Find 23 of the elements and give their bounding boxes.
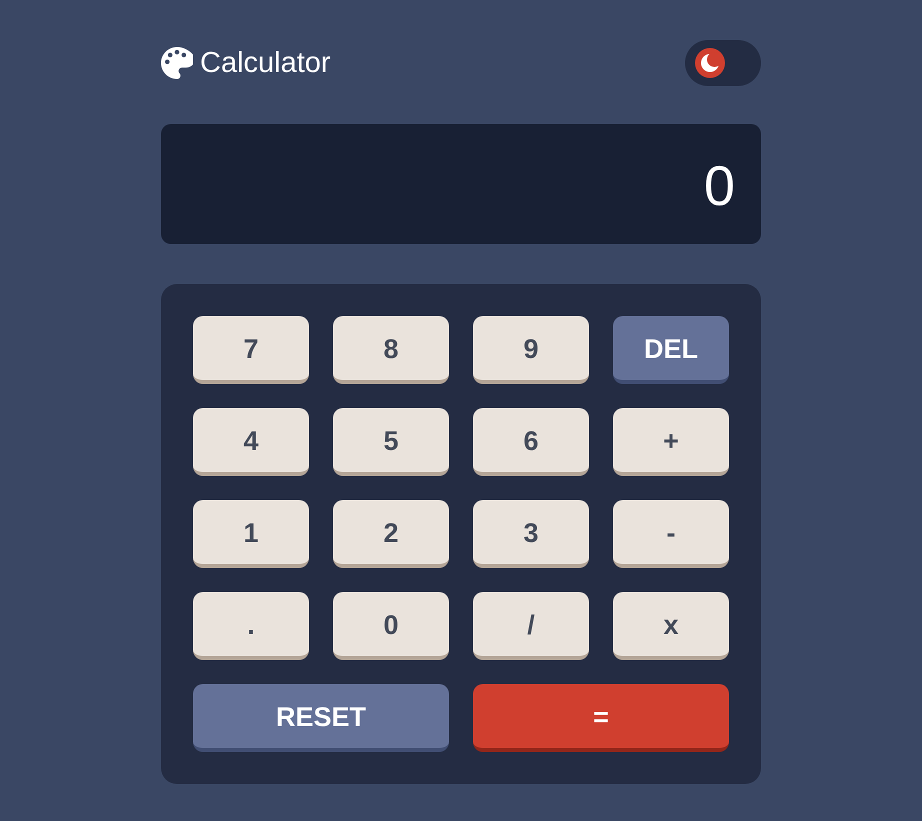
key-button[interactable]: x <box>613 592 729 660</box>
function-key-button[interactable]: DEL <box>613 316 729 384</box>
key-button[interactable]: 5 <box>333 408 449 476</box>
key-button[interactable]: 1 <box>193 500 309 568</box>
key-button[interactable]: 9 <box>473 316 589 384</box>
key-button[interactable]: 0 <box>333 592 449 660</box>
moon-icon <box>695 48 725 78</box>
app-title: Calculator <box>200 48 331 78</box>
key-button[interactable]: 2 <box>333 500 449 568</box>
key-button[interactable]: + <box>613 408 729 476</box>
key-button[interactable]: / <box>473 592 589 660</box>
theme-toggle[interactable] <box>685 40 761 86</box>
key-button[interactable]: 7 <box>193 316 309 384</box>
display-value: 0 <box>704 154 735 214</box>
function-key-button[interactable]: RESET <box>193 684 449 752</box>
key-button[interactable]: 4 <box>193 408 309 476</box>
key-button[interactable]: 3 <box>473 500 589 568</box>
key-button[interactable]: - <box>613 500 729 568</box>
palette-icon <box>161 47 193 79</box>
equals-button[interactable]: = <box>473 684 729 752</box>
key-button[interactable]: . <box>193 592 309 660</box>
key-button[interactable]: 8 <box>333 316 449 384</box>
key-button[interactable]: 6 <box>473 408 589 476</box>
